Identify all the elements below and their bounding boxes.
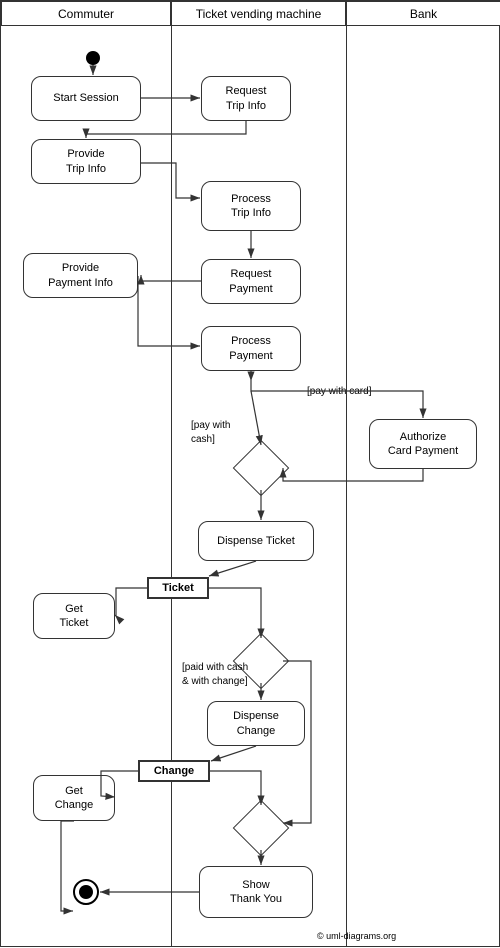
uml-diagram: Commuter Ticket vending machine Bank Sta…	[0, 0, 500, 947]
divider-1	[171, 26, 172, 946]
process-trip-info: ProcessTrip Info	[201, 181, 301, 231]
final-node	[73, 879, 99, 905]
decision-diamond-3	[239, 806, 283, 850]
process-payment: ProcessPayment	[201, 326, 301, 371]
provide-payment-info: ProvidePayment Info	[23, 253, 138, 298]
divider-2	[346, 26, 347, 946]
copyright: © uml-diagrams.org	[317, 931, 396, 941]
show-thank-you: ShowThank You	[199, 866, 313, 918]
start-session: Start Session	[31, 76, 141, 121]
dispense-ticket: Dispense Ticket	[198, 521, 314, 561]
get-change: GetChange	[33, 775, 115, 821]
swimlane-commuter: Commuter	[1, 1, 171, 26]
dispense-change: DispenseChange	[207, 701, 305, 746]
swimlane-bank: Bank	[346, 1, 500, 26]
change-label: Change	[138, 760, 210, 782]
decision-diamond-1	[239, 446, 283, 490]
ticket-label: Ticket	[147, 577, 209, 599]
initial-node	[86, 51, 100, 65]
label-pay-with-card: [pay with card]	[307, 386, 371, 397]
request-payment: RequestPayment	[201, 259, 301, 304]
swimlane-tvm: Ticket vending machine	[171, 1, 346, 26]
get-ticket: GetTicket	[33, 593, 115, 639]
label-paid-with-cash-change: [paid with cash& with change]	[182, 661, 248, 689]
request-trip-info: RequestTrip Info	[201, 76, 291, 121]
authorize-card-payment: AuthorizeCard Payment	[369, 419, 477, 469]
label-pay-with-cash: [pay withcash]	[191, 419, 230, 447]
provide-trip-info: ProvideTrip Info	[31, 139, 141, 184]
